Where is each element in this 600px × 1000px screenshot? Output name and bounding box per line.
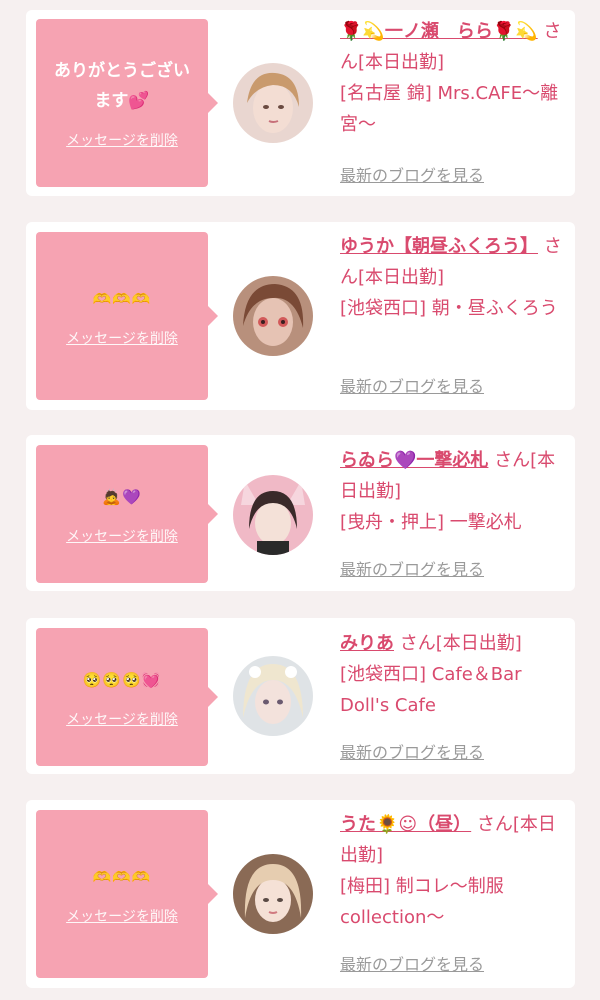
shop-name: [名古屋 錦] Mrs.CAFE〜離宮〜: [340, 83, 559, 135]
message-bubble: 🫶🫶🫶 メッセージを削除: [36, 810, 218, 978]
latest-blog-link[interactable]: 最新のブログを見る: [340, 739, 484, 763]
latest-blog-link[interactable]: 最新のブログを見る: [340, 556, 484, 580]
message-list: ありがとうございます💕 メッセージを削除 🌹💫一ノ瀬 らら🌹💫 さん[本日出勤]…: [0, 0, 600, 1000]
latest-blog-link[interactable]: 最新のブログを見る: [340, 951, 484, 975]
message-bubble: 🥺🥺🥺💓 メッセージを削除: [36, 628, 218, 766]
message-card: 🫶🫶🫶 メッセージを削除 ゆうか【朝昼ふくろう】 さん[本日出勤] [池袋西口]…: [26, 222, 575, 410]
cast-info: みりあ さん[本日出勤] [池袋西口] Cafe＆Bar Doll's Cafe: [340, 628, 565, 721]
message-text: 🥺🥺🥺💓: [82, 671, 162, 689]
avatar[interactable]: [233, 656, 313, 736]
cast-name-link[interactable]: らゐら💜一撃必札: [340, 450, 488, 471]
avatar[interactable]: [233, 854, 313, 934]
avatar-photo: [233, 656, 313, 736]
message-bubble: 🙇💜 メッセージを削除: [36, 445, 218, 583]
cast-name-link[interactable]: うた🌻☺︎（昼）: [340, 814, 471, 835]
message-text: ありがとうございます💕: [54, 61, 190, 111]
shop-name: [梅田] 制コレ〜制服collection〜: [340, 876, 504, 928]
shop-name: [池袋西口] 朝・昼ふくろう: [340, 298, 558, 319]
shop-name: [曳舟・押上] 一撃必札: [340, 512, 522, 533]
message-text: 🫶🫶🫶: [92, 290, 152, 308]
avatar-photo: [233, 475, 313, 555]
cast-info: らゐら💜一撃必札 さん[本日出勤] [曳舟・押上] 一撃必札: [340, 445, 565, 538]
message-card: ありがとうございます💕 メッセージを削除 🌹💫一ノ瀬 らら🌹💫 さん[本日出勤]…: [26, 10, 575, 196]
latest-blog-link[interactable]: 最新のブログを見る: [340, 373, 484, 397]
delete-message-link[interactable]: メッセージを削除: [66, 130, 178, 150]
cast-name-link[interactable]: 🌹💫一ノ瀬 らら🌹💫: [340, 21, 538, 42]
latest-blog-link[interactable]: 最新のブログを見る: [340, 162, 484, 186]
delete-message-link[interactable]: メッセージを削除: [66, 906, 178, 926]
cast-name-link[interactable]: ゆうか【朝昼ふくろう】: [340, 236, 538, 257]
avatar-photo: [233, 854, 313, 934]
avatar[interactable]: [233, 276, 313, 356]
delete-message-link[interactable]: メッセージを削除: [66, 526, 178, 546]
delete-message-link[interactable]: メッセージを削除: [66, 709, 178, 729]
message-bubble: 🫶🫶🫶 メッセージを削除: [36, 232, 218, 400]
message-card: 🙇💜 メッセージを削除 らゐら💜一撃必札 さん[本日出勤] [曳舟・押上] 一撃…: [26, 435, 575, 591]
avatar-photo: [233, 63, 313, 143]
message-text: 🙇💜: [102, 488, 142, 506]
cast-name-link[interactable]: みりあ: [340, 633, 394, 654]
cast-status: さん[本日出勤]: [394, 633, 522, 654]
message-bubble: ありがとうございます💕 メッセージを削除: [36, 19, 218, 187]
cast-info: ゆうか【朝昼ふくろう】 さん[本日出勤] [池袋西口] 朝・昼ふくろう: [340, 231, 565, 324]
avatar[interactable]: [233, 475, 313, 555]
cast-info: うた🌻☺︎（昼） さん[本日出勤] [梅田] 制コレ〜制服collection〜: [340, 809, 565, 933]
delete-message-link[interactable]: メッセージを削除: [66, 328, 178, 348]
message-card: 🥺🥺🥺💓 メッセージを削除 みりあ さん[本日出勤] [池袋西口] Cafe＆B…: [26, 618, 575, 774]
cast-info: 🌹💫一ノ瀬 らら🌹💫 さん[本日出勤] [名古屋 錦] Mrs.CAFE〜離宮〜: [340, 16, 565, 140]
avatar-photo: [233, 276, 313, 356]
shop-name: [池袋西口] Cafe＆Bar Doll's Cafe: [340, 664, 522, 716]
message-card: 🫶🫶🫶 メッセージを削除 うた🌻☺︎（昼） さん[本日出勤] [梅田] 制コレ〜…: [26, 800, 575, 988]
message-text: 🫶🫶🫶: [92, 868, 152, 886]
avatar[interactable]: [233, 63, 313, 143]
